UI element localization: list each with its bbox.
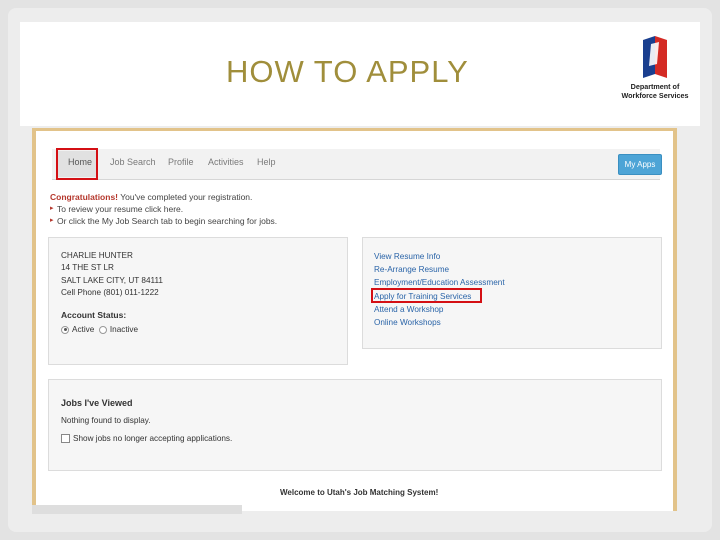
link-rearrange-resume[interactable]: Re-Arrange Resume <box>374 265 449 274</box>
radio-inactive[interactable] <box>98 325 107 334</box>
slide-title: HOW TO APPLY <box>226 54 469 89</box>
home-highlight-box <box>56 148 98 180</box>
notice-item-resume[interactable]: To review your resume click here. <box>50 203 277 215</box>
links-panel: View Resume Info Re-Arrange Resume Emplo… <box>362 237 662 349</box>
radio-inactive-label: Inactive <box>109 325 139 334</box>
congrats-label: Congratulations! <box>50 192 118 202</box>
link-attend-workshop[interactable]: Attend a Workshop <box>374 305 443 314</box>
user-name: CHARLIE HUNTER <box>61 251 133 260</box>
nav-tab-help[interactable]: Help <box>257 157 276 167</box>
top-nav: Home Job Search Profile Activities Help … <box>52 149 662 180</box>
jobs-empty-text: Nothing found to display. <box>61 416 151 425</box>
congrats-line: Congratulations! You've completed your r… <box>50 191 277 203</box>
contact-info: CHARLIE HUNTER 14 THE ST LR SALT LAKE CI… <box>61 250 163 299</box>
nav-tab-profile[interactable]: Profile <box>168 157 194 167</box>
my-apps-button[interactable]: My Apps <box>618 154 662 175</box>
show-closed-jobs-label: Show jobs no longer accepting applicatio… <box>73 434 233 443</box>
show-closed-jobs-checkbox[interactable] <box>61 434 70 444</box>
app-screenshot: Home Job Search Profile Activities Help … <box>32 128 677 514</box>
user-phone: Cell Phone (801) 011-1222 <box>61 287 159 297</box>
link-view-resume[interactable]: View Resume Info <box>374 252 440 261</box>
congrats-text: You've completed your registration. <box>118 192 253 202</box>
slide-header: HOW TO APPLY <box>20 22 700 126</box>
logo-line-1: Department of <box>630 82 680 91</box>
nav-tab-activities[interactable]: Activities <box>208 157 244 167</box>
link-assessment[interactable]: Employment/Education Assessment <box>374 278 505 287</box>
nav-tab-job-search[interactable]: Job Search <box>110 157 156 167</box>
footer-bar <box>32 505 242 514</box>
dws-logo: Department of Workforce Services <box>612 34 698 106</box>
dws-flag-logo-icon <box>643 36 667 78</box>
user-address-1: 14 THE ST LR <box>61 263 114 273</box>
registration-notice: Congratulations! You've completed your r… <box>50 191 277 227</box>
apply-training-highlight-box <box>371 288 482 303</box>
profile-panel: CHARLIE HUNTER 14 THE ST LR SALT LAKE CI… <box>48 237 348 365</box>
account-status-label: Account Status: <box>61 310 127 320</box>
radio-active-label: Active <box>72 325 95 334</box>
logo-line-2: Workforce Services <box>621 91 689 100</box>
jobs-viewed-title: Jobs I've Viewed <box>61 398 133 408</box>
show-closed-jobs-option[interactable]: Show jobs no longer accepting applicatio… <box>61 433 232 445</box>
dws-logo-text: Department of Workforce Services <box>612 82 698 100</box>
radio-active[interactable] <box>61 325 69 334</box>
welcome-text: Welcome to Utah's Job Matching System! <box>280 488 439 497</box>
link-online-workshops[interactable]: Online Workshops <box>374 318 441 327</box>
account-status-options: Active Inactive <box>61 324 138 336</box>
notice-item-job-search[interactable]: Or click the My Job Search tab to begin … <box>50 215 277 227</box>
jobs-viewed-panel: Jobs I've Viewed Nothing found to displa… <box>48 379 662 471</box>
user-address-2: SALT LAKE CITY, UT 84111 <box>61 275 163 285</box>
